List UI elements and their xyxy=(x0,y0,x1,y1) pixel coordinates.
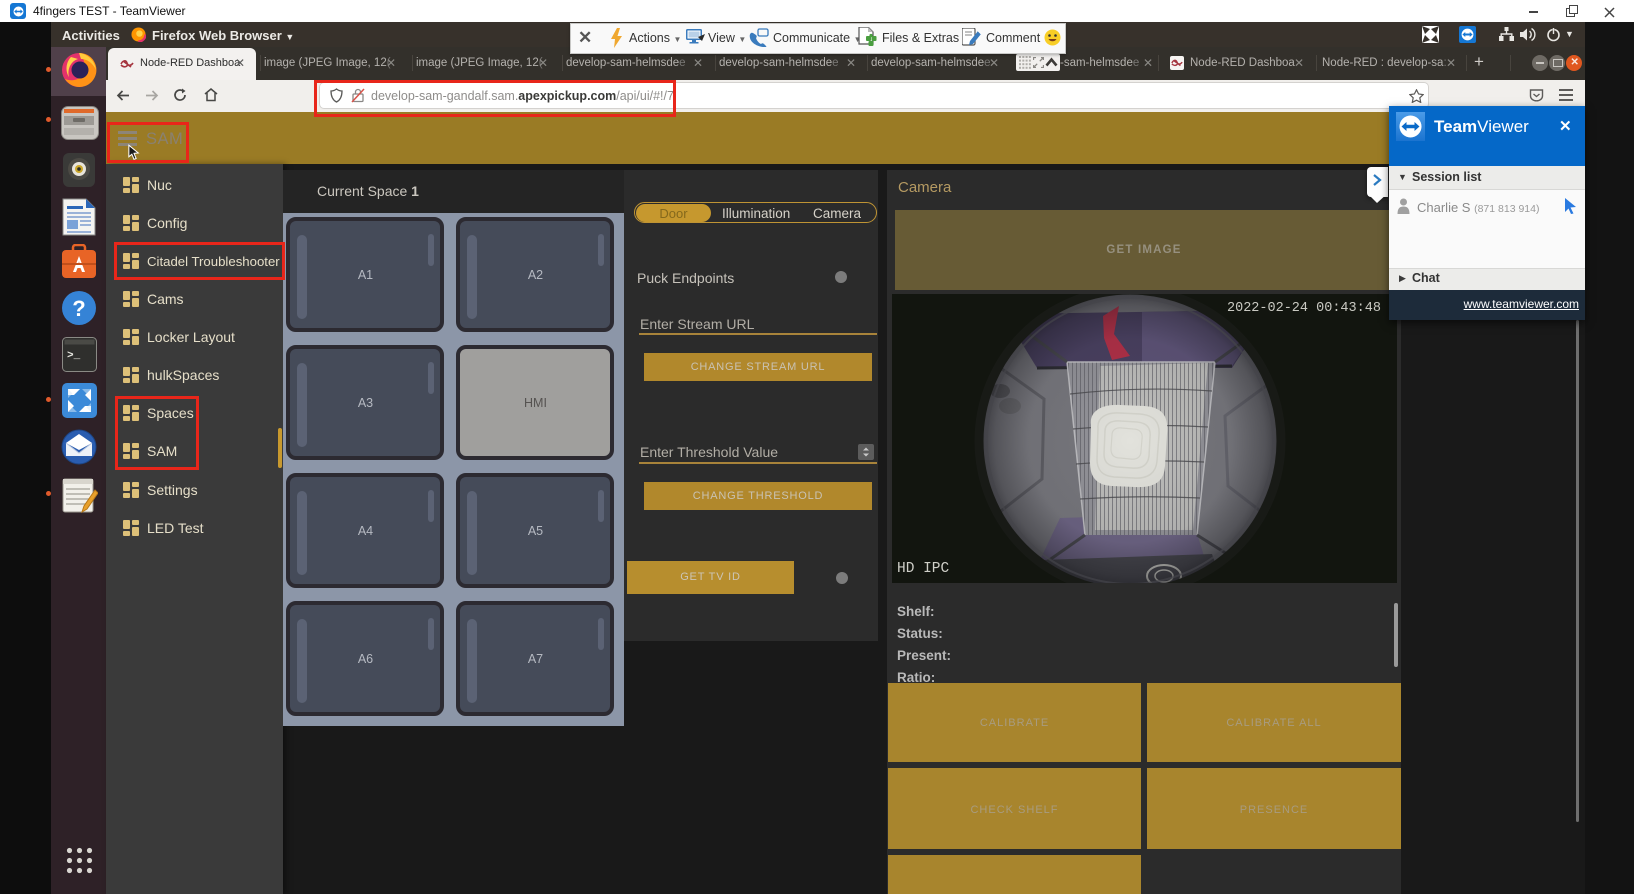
svg-text:>_: >_ xyxy=(67,350,81,362)
svg-text:?: ? xyxy=(72,296,85,321)
svg-text:HD IPC: HD IPC xyxy=(897,561,950,577)
svg-text:2022-02-24 00:43:48: 2022-02-24 00:43:48 xyxy=(1227,301,1381,316)
